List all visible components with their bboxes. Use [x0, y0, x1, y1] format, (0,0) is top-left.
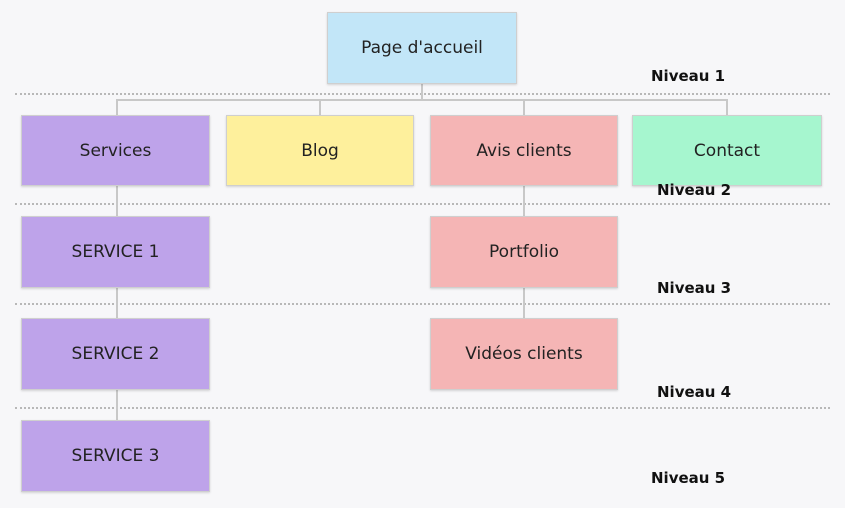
- node-contact[interactable]: Contact: [632, 115, 822, 186]
- level-label-4: Niveau 4: [657, 383, 732, 401]
- level-divider: [15, 303, 830, 305]
- connector: [116, 99, 728, 101]
- connector: [116, 99, 118, 115]
- node-service-2[interactable]: SERVICE 2: [21, 318, 210, 390]
- level-label-3: Niveau 3: [657, 279, 732, 297]
- level-label-2: Niveau 2: [657, 181, 732, 199]
- level-divider: [15, 203, 830, 205]
- node-service-3[interactable]: SERVICE 3: [21, 420, 210, 492]
- node-portfolio[interactable]: Portfolio: [430, 216, 618, 288]
- level-label-5: Niveau 5: [651, 469, 726, 487]
- connector: [319, 99, 321, 115]
- node-services[interactable]: Services: [21, 115, 210, 186]
- level-label-1: Niveau 1: [651, 67, 726, 85]
- node-home[interactable]: Page d'accueil: [327, 12, 517, 84]
- connector: [726, 99, 728, 115]
- connector: [523, 99, 525, 115]
- node-avis-clients[interactable]: Avis clients: [430, 115, 618, 186]
- connector: [421, 84, 423, 100]
- node-videos-clients[interactable]: Vidéos clients: [430, 318, 618, 390]
- node-service-1[interactable]: SERVICE 1: [21, 216, 210, 288]
- level-divider: [15, 407, 830, 409]
- node-blog[interactable]: Blog: [226, 115, 414, 186]
